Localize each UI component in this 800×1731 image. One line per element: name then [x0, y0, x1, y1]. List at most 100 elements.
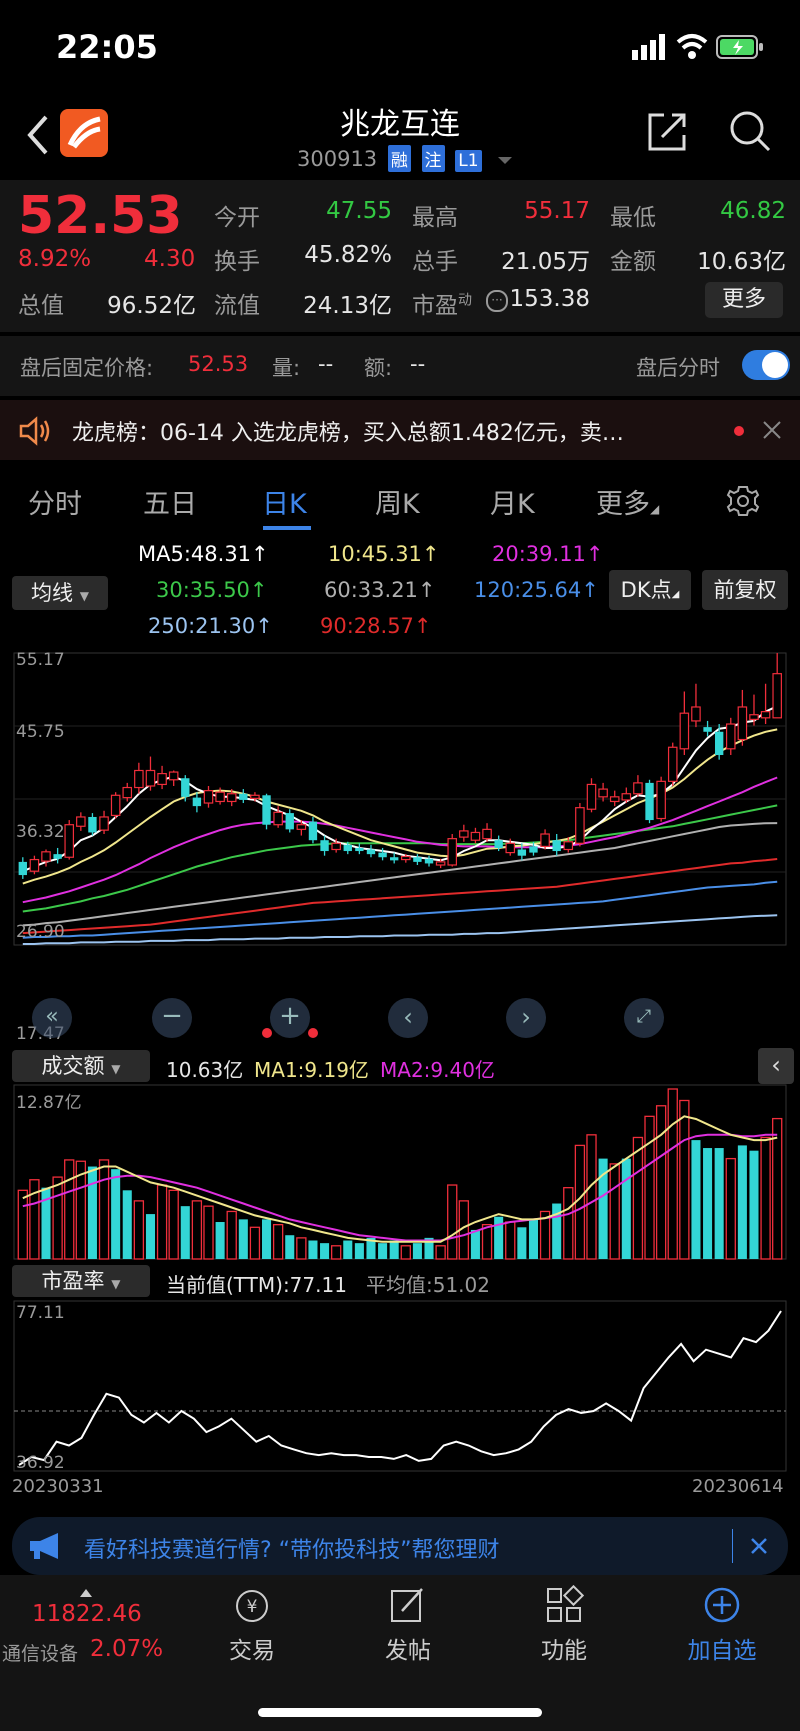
scroll-right-button[interactable]: ›	[506, 998, 546, 1038]
high-value: 55.17	[524, 198, 590, 224]
scroll-left-fast-button[interactable]: «	[32, 998, 72, 1038]
volume-bar	[215, 1222, 225, 1259]
volume-bar	[249, 1226, 261, 1260]
open-value: 47.55	[326, 198, 392, 224]
ad-banner[interactable]: 看好科技赛道行情? “带你投科技”帮您理财	[12, 1517, 788, 1575]
volume-bar	[145, 1214, 155, 1259]
volume-value: 10.63亿	[166, 1058, 244, 1082]
candle-body	[390, 857, 399, 861]
pe-selector-label: 市盈率	[41, 1269, 105, 1293]
kline-axis-2: 45.75	[16, 722, 65, 742]
after-hours-bar: 盘后固定价格: 52.53 量: -- 额: -- 盘后分时	[0, 336, 800, 396]
tab-five-day[interactable]: 五日	[143, 482, 197, 521]
volume-bar	[203, 1205, 214, 1260]
volume-header: 成交额 ▼ 10.63亿 MA1:9.19亿 MA2:9.40亿 ‹	[0, 1048, 800, 1084]
more-button[interactable]: 更多	[705, 282, 783, 318]
after-hours-price: 52.53	[188, 352, 249, 376]
volume-bar	[609, 1163, 620, 1260]
pe-axis-min: 36.92	[16, 1453, 65, 1473]
volume-bar	[238, 1219, 248, 1259]
after-hours-toggle[interactable]	[742, 350, 790, 380]
dropdown-icon[interactable]	[498, 156, 513, 164]
volume-bar	[435, 1245, 446, 1260]
zoom-out-button[interactable]: −	[152, 998, 192, 1038]
low-value: 46.82	[720, 198, 786, 224]
candle-body	[285, 813, 294, 830]
pe-average: 平均值:51.02	[366, 1273, 490, 1297]
volume-bar	[737, 1145, 747, 1259]
candle-body	[552, 840, 561, 852]
volume-bar	[760, 1136, 771, 1260]
tag-margin: 融	[387, 145, 411, 172]
candle-body	[645, 782, 654, 821]
fullscreen-button[interactable]: ⤢	[624, 998, 664, 1038]
candle-body	[494, 840, 503, 848]
pe-selector[interactable]: 市盈率 ▼	[12, 1265, 150, 1297]
date-start: 20230331	[12, 1476, 104, 1497]
tab-weekly-k[interactable]: 周K	[375, 482, 420, 521]
ma250-line	[22, 914, 778, 945]
turnover-value: 45.82%	[304, 242, 392, 268]
close-icon[interactable]	[762, 420, 782, 440]
volume-bar	[168, 1189, 179, 1260]
high-label: 最高	[412, 205, 458, 231]
volume-bar	[330, 1245, 342, 1260]
header: 兆龙互连 300913 融 注 L1	[0, 95, 800, 180]
candle-body	[64, 824, 75, 858]
tab-more[interactable]: 更多◢	[596, 482, 659, 521]
candle-body	[226, 793, 237, 803]
candle-body	[760, 711, 771, 719]
svg-text:¥: ¥	[247, 1597, 258, 1617]
news-banner[interactable]: 龙虎榜：06-14 入选龙虎榜，买入总额1.482亿元，卖…	[0, 400, 800, 460]
volume-bar	[285, 1235, 295, 1259]
candle-body	[737, 706, 748, 741]
pe-label-text: 市盈	[412, 293, 458, 319]
settings-icon[interactable]	[726, 484, 760, 518]
after-hours-amt-label: 额:	[364, 356, 393, 380]
ma-selector[interactable]: 均线 ▼	[12, 576, 108, 610]
scroll-left-button[interactable]: ‹	[388, 998, 428, 1038]
candle-body	[296, 824, 307, 830]
ma-legend: MA5:48.31↑ 10:45.31↑ 20:39.11↑ 均线 ▼ 30:3…	[0, 534, 800, 644]
volume-bar	[296, 1237, 307, 1260]
tab-more-label: 更多	[596, 489, 650, 520]
ma30-label: 30:35.50↑	[156, 578, 268, 602]
ad-text: 看好科技赛道行情? “带你投科技”帮您理财	[84, 1538, 500, 1563]
pe-label: 市盈动	[412, 286, 472, 320]
zoom-dot-right	[308, 1028, 318, 1038]
megaphone-icon	[30, 1533, 58, 1559]
volume-bar	[644, 1115, 655, 1260]
candle-body	[378, 852, 387, 858]
volume-bar	[655, 1105, 667, 1260]
dk-point-button[interactable]: DK点◢	[609, 570, 691, 610]
stock-code: 300913	[297, 147, 378, 171]
ad-close-icon[interactable]	[750, 1537, 768, 1555]
candle-body	[540, 833, 550, 848]
mcap-label: 总值	[18, 293, 64, 319]
candle-body	[18, 861, 27, 876]
zoom-in-button[interactable]: +	[270, 998, 310, 1038]
low-label: 最低	[610, 205, 656, 231]
volume-ma2-line	[22, 1133, 778, 1242]
volume-bar	[52, 1176, 63, 1260]
share-icon[interactable]	[646, 109, 688, 153]
collapse-panel-button[interactable]: ‹	[758, 1048, 794, 1084]
ma20-label: 20:39.11↑	[492, 542, 604, 566]
volume-bar	[691, 1140, 701, 1259]
adjust-button[interactable]: 前复权	[702, 570, 788, 610]
after-hours-vol-label: 量:	[272, 356, 301, 380]
search-icon[interactable]	[728, 109, 772, 153]
volume-ma1-line	[22, 1115, 778, 1243]
tab-monthly-k[interactable]: 月K	[490, 482, 535, 521]
volume-bar	[122, 1190, 132, 1259]
stock-code-row: 300913 融 注 L1	[297, 145, 513, 172]
volume-bar	[528, 1219, 538, 1259]
tab-daily-k[interactable]: 日K	[262, 482, 307, 521]
ma250-label: 250:21.30↑	[148, 614, 273, 638]
tab-intraday[interactable]: 分时	[28, 482, 82, 521]
candle-body	[621, 793, 632, 801]
volume-selector[interactable]: 成交额 ▼	[12, 1050, 150, 1082]
kline-chart	[13, 652, 787, 946]
ma5-label: MA5:48.31↑	[138, 542, 269, 566]
index-name: 通信设备	[2, 1643, 79, 1665]
